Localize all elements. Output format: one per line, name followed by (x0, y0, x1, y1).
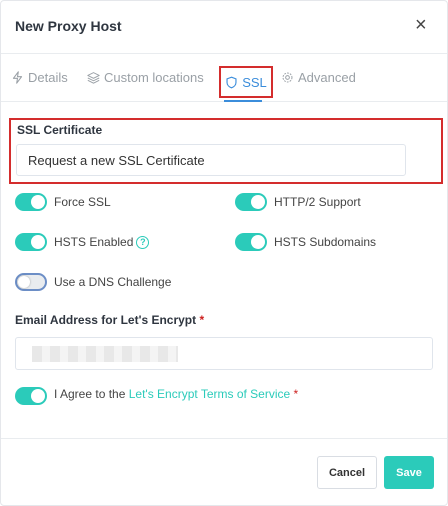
email-label: Email Address for Let's Encrypt * (15, 313, 204, 327)
proxy-host-modal: New Proxy Host × Details Custom location… (0, 0, 448, 506)
http2-toggle[interactable] (235, 193, 267, 211)
help-icon[interactable]: ? (136, 236, 150, 250)
tab-details[interactable]: Details (11, 70, 68, 85)
ssl-certificate-label: SSL Certificate (17, 123, 103, 137)
email-input[interactable] (15, 337, 433, 370)
tab-details-label: Details (28, 70, 68, 85)
ssl-certificate-select[interactable]: Request a new SSL Certificate (16, 144, 406, 176)
email-value-redacted (32, 346, 178, 362)
required-mark: * (293, 387, 299, 401)
ssl-certificate-group: SSL Certificate Request a new SSL Certif… (9, 118, 443, 184)
hsts-enabled-row: HSTS Enabled? (54, 235, 150, 250)
agree-terms-toggle[interactable] (15, 387, 47, 405)
hsts-subdomains-label: HSTS Subdomains (274, 235, 377, 249)
tab-ssl-label: SSL (242, 74, 267, 90)
dns-challenge-toggle[interactable] (15, 273, 47, 291)
hsts-subdomains-toggle[interactable] (235, 233, 267, 251)
agree-terms-label: I Agree to the Let's Encrypt Terms of Se… (54, 387, 298, 401)
cancel-button[interactable]: Cancel (317, 456, 377, 489)
email-label-text: Email Address for Let's Encrypt (15, 313, 197, 327)
tab-custom-locations[interactable]: Custom locations (87, 70, 204, 85)
active-tab-indicator (224, 100, 262, 102)
force-ssl-label: Force SSL (54, 195, 111, 209)
tab-bar: Details Custom locations SSL Advanced (1, 54, 447, 102)
tab-ssl[interactable]: SSL (219, 66, 273, 98)
agree-prefix: I Agree to the (54, 387, 129, 401)
tab-advanced-label: Advanced (298, 70, 356, 85)
required-mark: * (199, 313, 205, 327)
lightning-icon (12, 71, 23, 84)
gear-icon (282, 72, 293, 83)
shield-icon (226, 76, 237, 88)
modal-footer: Cancel Save (1, 438, 447, 505)
terms-of-service-link[interactable]: Let's Encrypt Terms of Service (129, 387, 290, 401)
dns-challenge-label: Use a DNS Challenge (54, 275, 172, 289)
hsts-enabled-label: HSTS Enabled (54, 235, 134, 249)
hsts-enabled-toggle[interactable] (15, 233, 47, 251)
save-button[interactable]: Save (384, 456, 434, 489)
modal-header: New Proxy Host × (1, 1, 447, 54)
modal-title: New Proxy Host (15, 18, 122, 34)
tab-advanced[interactable]: Advanced (281, 70, 356, 85)
tab-custom-locations-label: Custom locations (104, 70, 204, 85)
close-icon[interactable]: × (415, 15, 427, 35)
force-ssl-toggle[interactable] (15, 193, 47, 211)
http2-label: HTTP/2 Support (274, 195, 361, 209)
layers-icon (87, 72, 100, 84)
